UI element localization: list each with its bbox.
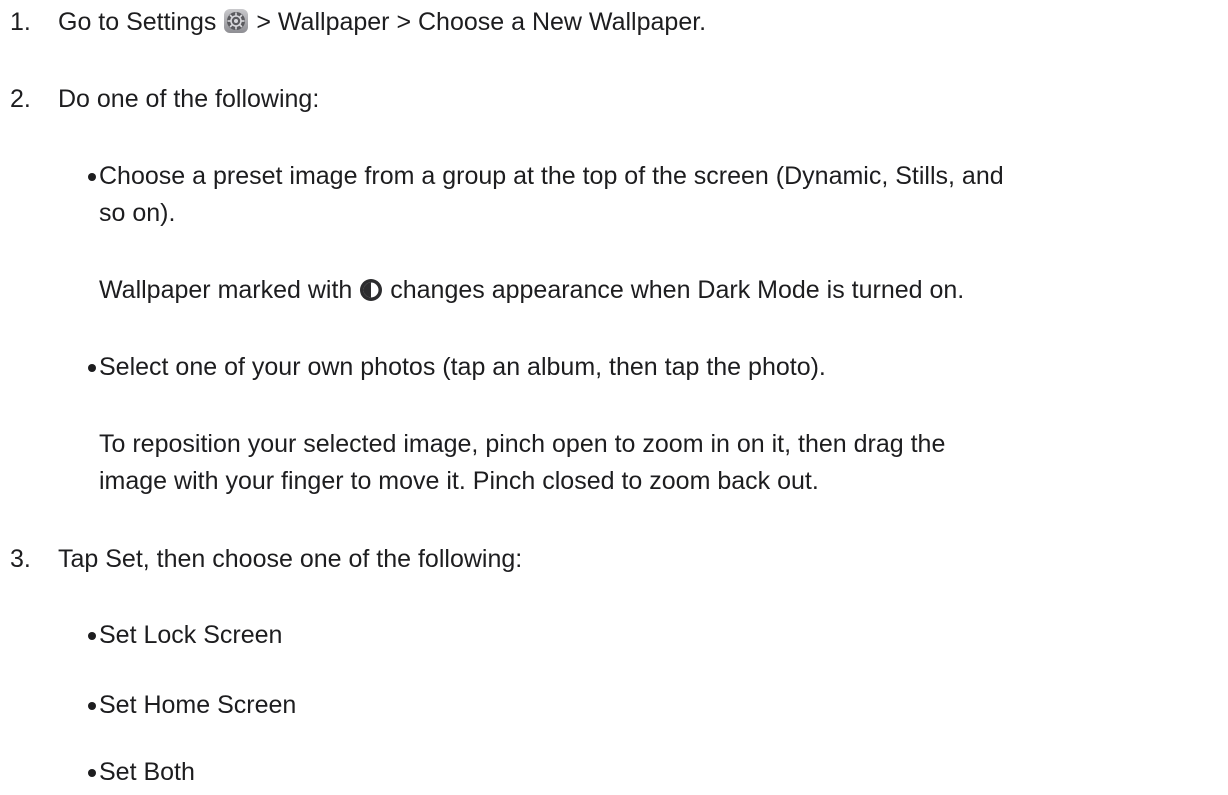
option-1-line-2: so on). bbox=[99, 199, 176, 227]
step-1-suffix: > Wallpaper > Choose a New Wallpaper. bbox=[256, 8, 707, 36]
option-2-note-line-1: To reposition your selected image, pinch… bbox=[99, 430, 946, 458]
note-suffix: changes appearance when Dark Mode is tur… bbox=[390, 276, 965, 304]
option-1-line-1: Choose a preset image from a group at th… bbox=[99, 162, 1004, 190]
instructions-document: 1. Go to Settings > Wallpaper > Choose a… bbox=[0, 0, 1228, 795]
option-2-text: Select one of your own photos (tap an al… bbox=[99, 353, 826, 381]
note-prefix: Wallpaper marked with bbox=[99, 276, 353, 304]
step-2-text: Do one of the following: bbox=[58, 85, 320, 113]
bullet-dot bbox=[88, 702, 96, 710]
bullet-dot bbox=[88, 769, 96, 777]
option-1-note: Wallpaper marked with changes appearance… bbox=[99, 272, 1208, 313]
step-number: 2. bbox=[10, 85, 31, 113]
step-number: 3. bbox=[10, 545, 31, 573]
option-2-note-line-2: image with your finger to move it. Pinch… bbox=[99, 467, 819, 495]
step-1-prefix: Go to Settings bbox=[58, 8, 217, 36]
dark-mode-icon bbox=[359, 276, 383, 313]
step-number: 1. bbox=[10, 8, 31, 36]
set-both-option: Set Both bbox=[99, 758, 195, 786]
set-lock-screen-option: Set Lock Screen bbox=[99, 621, 283, 649]
settings-gear-icon bbox=[223, 8, 249, 45]
set-home-screen-option: Set Home Screen bbox=[99, 691, 297, 719]
bullet-dot bbox=[88, 364, 96, 372]
step-3-text: Tap Set, then choose one of the followin… bbox=[58, 545, 523, 573]
option-2-note: To reposition your selected image, pinch… bbox=[99, 426, 1208, 500]
bullet-dot bbox=[88, 173, 96, 181]
bullet-dot bbox=[88, 632, 96, 640]
